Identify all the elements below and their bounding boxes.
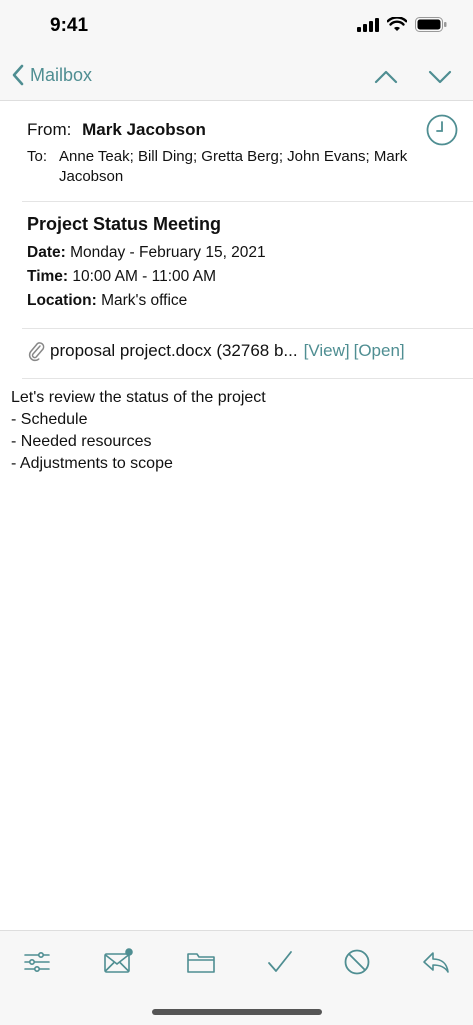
to-label: To: xyxy=(27,148,48,165)
location-value: Mark's office xyxy=(101,292,188,309)
battery-icon xyxy=(415,17,447,32)
view-attachment-link[interactable]: [View] xyxy=(304,341,350,361)
back-label: Mailbox xyxy=(30,64,93,85)
divider xyxy=(22,201,473,202)
meeting-date-row: Date: Monday - February 15, 2021 xyxy=(27,241,457,265)
mail-unread-icon[interactable] xyxy=(103,947,133,977)
home-indicator[interactable] xyxy=(152,1009,322,1015)
from-label: From: xyxy=(27,120,72,139)
time-value: 10:00 AM - 11:00 AM xyxy=(72,268,216,285)
to-recipients[interactable]: Anne Teak; Bill Ding; Gretta Berg; John … xyxy=(59,147,427,187)
status-bar: 9:41 xyxy=(0,0,473,52)
meeting-title: Project Status Meeting xyxy=(27,214,222,234)
divider xyxy=(22,328,473,329)
body-line: - Needed resources xyxy=(11,433,152,450)
meeting-time-row: Time: 10:00 AM - 11:00 AM xyxy=(27,265,457,289)
location-label: Location: xyxy=(27,292,97,309)
back-button[interactable]: Mailbox xyxy=(12,64,92,86)
wifi-icon xyxy=(387,17,407,31)
paperclip-icon xyxy=(28,342,45,362)
body-line: Let's review the status of the project xyxy=(11,389,266,406)
open-attachment-link[interactable]: [Open] xyxy=(354,341,405,361)
status-icons xyxy=(357,17,447,32)
meeting-location-row: Location: Mark's office xyxy=(27,289,457,313)
block-icon[interactable] xyxy=(342,947,372,977)
date-value: Monday - February 15, 2021 xyxy=(70,244,266,261)
folder-icon[interactable] xyxy=(186,947,216,977)
time-label: Time: xyxy=(27,268,69,285)
from-row: From: Mark Jacobson xyxy=(27,120,206,140)
chevron-left-icon xyxy=(12,64,24,86)
previous-message-chevron-up-icon[interactable] xyxy=(373,64,399,90)
attachment-row: proposal project.docx (32768 b... [View]… xyxy=(28,340,458,362)
status-time: 9:41 xyxy=(50,15,89,36)
clock-icon[interactable] xyxy=(426,114,458,146)
body-line: - Schedule xyxy=(11,411,88,428)
cellular-signal-icon xyxy=(357,17,379,32)
reply-icon[interactable] xyxy=(421,947,451,977)
checkmark-icon[interactable] xyxy=(265,947,295,977)
attachment-name: proposal project.docx (32768 b... xyxy=(50,341,298,360)
navigation-bar: Mailbox xyxy=(0,52,473,101)
meeting-details: Project Status Meeting Date: Monday - Fe… xyxy=(27,214,457,313)
date-label: Date: xyxy=(27,244,66,261)
next-message-chevron-down-icon[interactable] xyxy=(427,64,453,90)
message-body: Let's review the status of the project -… xyxy=(11,387,461,475)
divider xyxy=(22,378,473,379)
to-row: To: Anne Teak; Bill Ding; Gretta Berg; J… xyxy=(27,147,427,187)
from-name[interactable]: Mark Jacobson xyxy=(82,120,206,139)
filter-icon[interactable] xyxy=(22,947,52,977)
body-line: - Adjustments to scope xyxy=(11,455,173,472)
